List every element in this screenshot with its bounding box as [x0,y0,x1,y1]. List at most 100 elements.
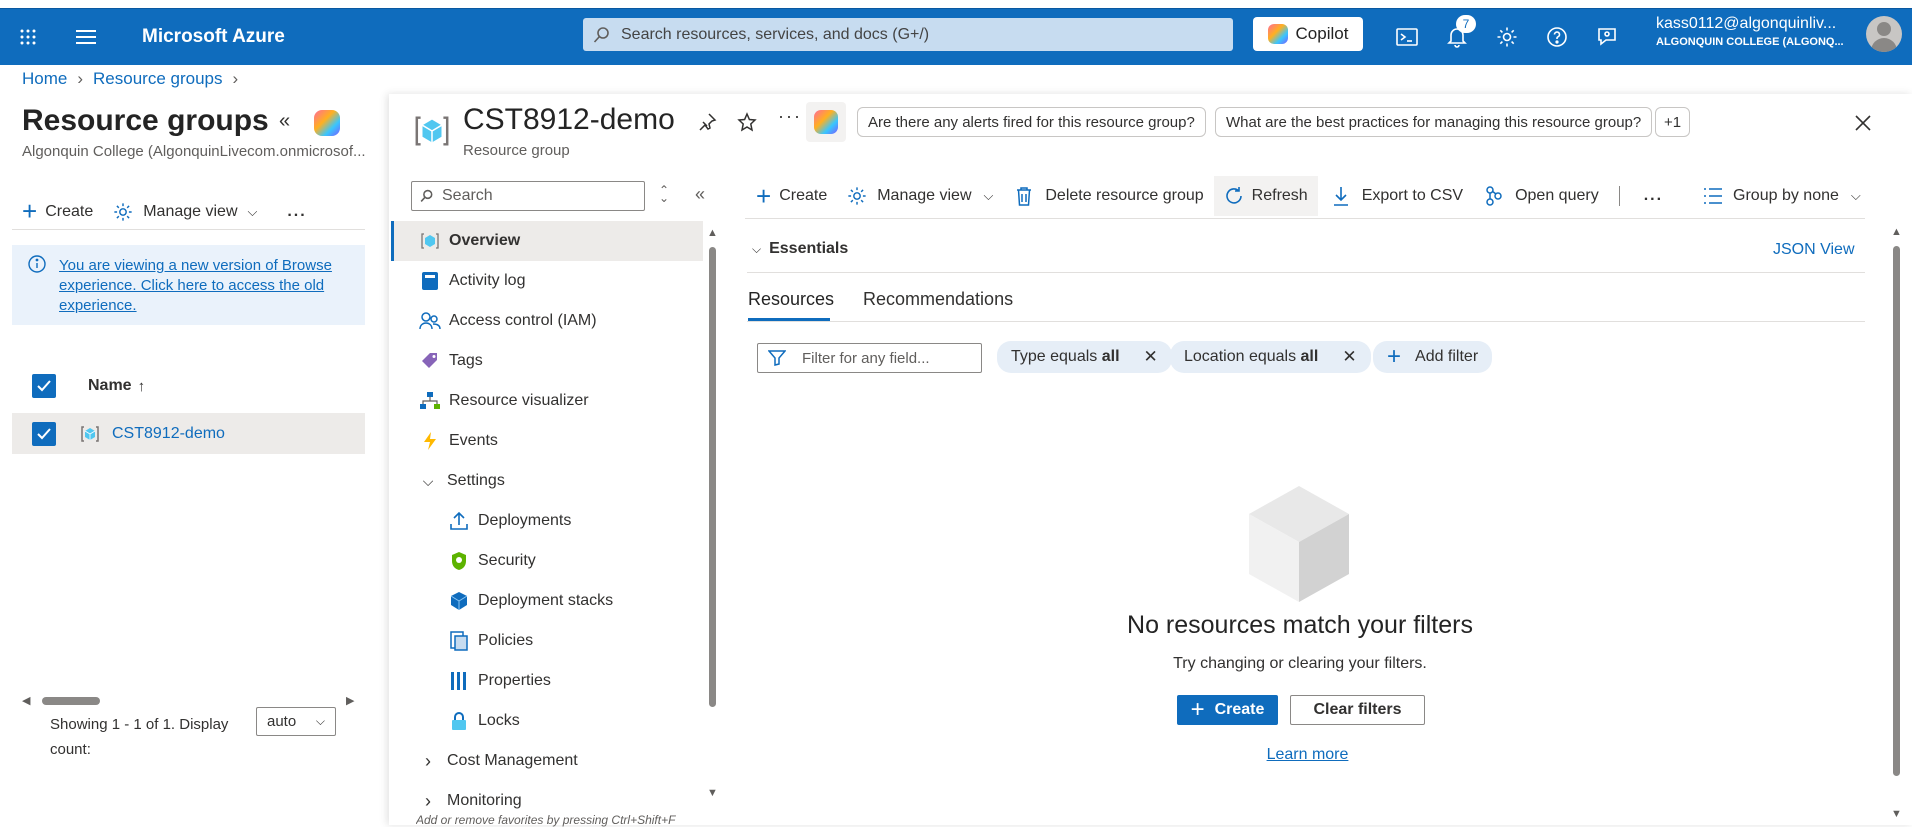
empty-create-button[interactable]: + Create [1177,695,1278,725]
star-icon[interactable] [737,112,757,132]
manage-view-button[interactable]: Manage view [877,187,971,205]
type-filter-pill[interactable]: Type equals all ✕ [997,341,1172,373]
group-by-button[interactable]: Group by none [1733,187,1839,205]
query-icon [1486,186,1502,206]
copilot-button[interactable] [806,102,846,142]
help-icon[interactable] [1537,17,1577,57]
menu-item-policies[interactable]: Policies [391,621,703,661]
menu-group-label: Settings [447,472,505,489]
menu-item-deployment-stacks[interactable]: Deployment stacks [391,581,703,621]
type-filter-prefix: Type equals [1011,348,1102,365]
global-search[interactable]: Search resources, services, and docs (G+… [583,18,1233,51]
location-filter-value: all [1300,348,1319,365]
account-info[interactable]: kass0112@algonquinliv... ALGONQUIN COLLE… [1656,15,1856,48]
row-checkbox[interactable] [32,421,56,446]
remove-filter-icon[interactable]: ✕ [1342,347,1356,367]
scroll-thumb[interactable] [709,247,716,707]
menu-item-iam[interactable]: Access control (IAM) [391,301,703,341]
feedback-icon[interactable] [1587,17,1627,57]
breadcrumb-resource-groups[interactable]: Resource groups [93,69,222,89]
refresh-button[interactable]: Refresh [1213,176,1318,216]
properties-icon [448,670,470,692]
paging-text: Showing 1 - 1 of 1. Display count: [50,716,229,758]
chevron-down-icon[interactable]: ⌵ [984,188,994,204]
more-button[interactable]: ... [287,203,306,221]
empty-box-icon [1249,486,1349,602]
menu-search-input[interactable]: Search [411,181,645,211]
menu-item-locks[interactable]: Locks [391,701,703,741]
breadcrumb-home[interactable]: Home [22,69,67,89]
scroll-left-icon[interactable]: ◀ [22,694,30,707]
open-query-button[interactable]: Open query [1515,187,1599,205]
more-icon[interactable]: ··· [778,106,802,127]
collapse-pane-icon[interactable]: « [279,110,290,133]
add-filter-button[interactable]: + Add filter [1373,341,1493,373]
menu-item-resource-visualizer[interactable]: Resource visualizer [391,381,703,421]
export-csv-button[interactable]: Export to CSV [1362,187,1463,205]
more-button[interactable]: ... [1644,187,1663,205]
avatar[interactable] [1866,16,1902,52]
delete-resource-group-button[interactable]: Delete resource group [1045,187,1203,205]
tab-resources[interactable]: Resources [748,289,834,310]
global-search-placeholder: Search resources, services, and docs (G+… [621,25,930,43]
menu-item-label: Activity log [449,272,526,289]
select-all-checkbox[interactable] [32,374,56,398]
hamburger-menu-icon[interactable] [66,17,106,57]
create-button[interactable]: Create [45,203,93,221]
menu-item-properties[interactable]: Properties [391,661,703,701]
manage-view-button[interactable]: Manage view [143,203,237,221]
menu-search-placeholder: Search [442,187,493,204]
learn-more-link[interactable]: Learn more [1000,746,1615,764]
display-count-select[interactable]: auto ⌵ [256,707,336,736]
menu-scrollbar[interactable]: ▲ ▼ [706,227,720,802]
column-header-name[interactable]: Name [88,377,132,395]
scroll-up-icon[interactable]: ▲ [1891,226,1902,238]
table-row[interactable]: CST8912-demo [12,413,365,454]
location-filter-pill[interactable]: Location equals all ✕ [1170,341,1371,373]
scroll-down-icon[interactable]: ▼ [1891,808,1902,820]
menu-item-activity-log[interactable]: Activity log [391,261,703,301]
essentials-toggle[interactable]: ⌵ Essentials [752,240,848,258]
settings-gear-icon[interactable] [1487,17,1527,57]
scroll-down-icon[interactable]: ▼ [707,787,718,799]
menu-item-deployments[interactable]: Deployments [391,501,703,541]
suggestion-chip-more[interactable]: +1 [1655,107,1691,137]
menu-group-settings[interactable]: ⌵ Settings [391,461,703,501]
menu-group-cost-management[interactable]: › Cost Management [391,741,703,781]
menu-item-overview[interactable]: Overview [391,221,703,261]
create-button[interactable]: Create [779,187,827,205]
scroll-right-icon[interactable]: ▶ [346,694,354,707]
remove-filter-icon[interactable]: ✕ [1144,347,1158,367]
menu-item-security[interactable]: Security [391,541,703,581]
horizontal-scrollbar[interactable]: ◀ ▶ [22,694,358,708]
copilot-icon[interactable] [314,110,340,136]
tab-recommendations[interactable]: Recommendations [863,289,1013,310]
brand-name[interactable]: Microsoft Azure [142,26,285,48]
pin-icon[interactable] [697,112,717,132]
cloud-shell-icon[interactable] [1387,17,1427,57]
menu-group-label: Monitoring [447,792,522,809]
scroll-thumb[interactable] [42,697,100,705]
clear-filters-button[interactable]: Clear filters [1290,695,1425,725]
app-launcher-icon[interactable] [8,17,48,57]
chevron-down-icon[interactable]: ⌵ [1851,188,1861,204]
close-icon[interactable] [1855,115,1871,131]
menu-item-tags[interactable]: Tags [391,341,703,381]
main-scrollbar[interactable]: ▲ ▼ [1890,226,1904,825]
group-list-icon [1704,188,1723,204]
resource-group-link[interactable]: CST8912-demo [112,425,225,443]
chevron-down-icon[interactable]: ⌵ [248,204,258,220]
json-view-link[interactable]: JSON View [1773,241,1855,259]
suggestion-chip-alerts[interactable]: Are there any alerts fired for this reso… [857,107,1206,137]
menu-item-label: Properties [478,672,551,689]
old-experience-link[interactable]: You are viewing a new version of Browse … [59,256,354,316]
suggestion-chip-best-practices[interactable]: What are the best practices for managing… [1215,107,1653,137]
expand-collapse-icon[interactable]: ⌃ ⌄ [659,184,669,204]
scroll-thumb[interactable] [1893,246,1900,776]
filter-input[interactable]: Filter for any field... [757,343,982,373]
menu-item-label: Security [478,552,536,569]
scroll-up-icon[interactable]: ▲ [707,227,718,239]
menu-item-events[interactable]: Events [391,421,703,461]
collapse-menu-icon[interactable]: « [695,184,705,205]
copilot-button[interactable]: Copilot [1253,17,1363,51]
